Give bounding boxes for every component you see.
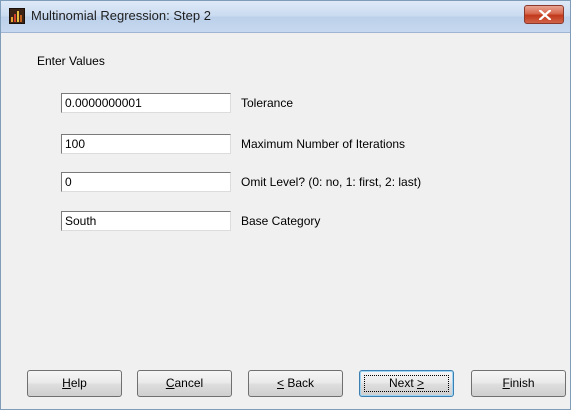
finish-mnemonic: F bbox=[502, 376, 510, 390]
finish-button[interactable]: Finish bbox=[471, 370, 566, 397]
back-button[interactable]: < Back bbox=[248, 370, 343, 397]
base-category-label: Base Category bbox=[241, 214, 321, 228]
omit-level-label: Omit Level? (0: no, 1: first, 2: last) bbox=[241, 175, 422, 189]
dialog-window: Multinomial Regression: Step 2 Enter Val… bbox=[0, 0, 571, 410]
window-title: Multinomial Regression: Step 2 bbox=[31, 8, 211, 23]
cancel-button[interactable]: Cancel bbox=[137, 370, 232, 397]
next-mnemonic: > bbox=[417, 376, 425, 390]
app-logo-icon bbox=[9, 8, 25, 24]
back-mnemonic: < bbox=[276, 376, 284, 390]
next-label: Next bbox=[388, 376, 417, 390]
tolerance-label: Tolerance bbox=[241, 96, 294, 110]
close-button[interactable] bbox=[524, 5, 564, 24]
omit-level-input[interactable] bbox=[61, 172, 231, 192]
finish-label: inish bbox=[509, 376, 535, 390]
title-bar[interactable]: Multinomial Regression: Step 2 bbox=[1, 1, 570, 33]
cancel-label: ancel bbox=[174, 376, 204, 390]
help-button[interactable]: Help bbox=[27, 370, 122, 397]
enter-values-label: Enter Values bbox=[37, 54, 105, 68]
help-mnemonic: H bbox=[62, 376, 71, 390]
help-label: elp bbox=[70, 376, 87, 390]
back-label: Back bbox=[284, 376, 315, 390]
close-icon bbox=[539, 10, 551, 20]
max-iterations-label: Maximum Number of Iterations bbox=[241, 137, 406, 151]
base-category-input[interactable] bbox=[61, 211, 231, 231]
tolerance-input[interactable] bbox=[61, 93, 231, 113]
max-iterations-input[interactable] bbox=[61, 134, 231, 154]
next-button[interactable]: Next > bbox=[359, 370, 454, 397]
